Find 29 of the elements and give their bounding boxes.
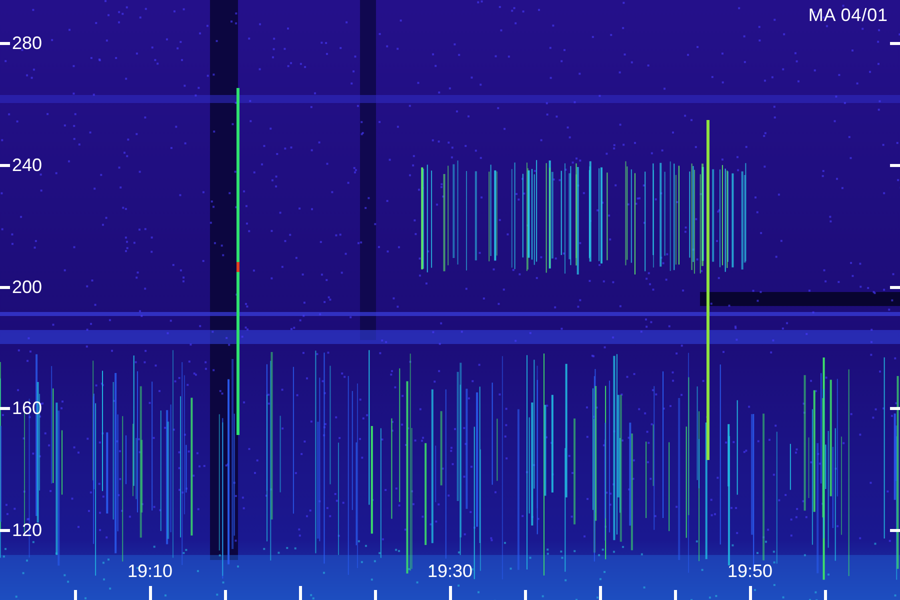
axis-tick xyxy=(674,590,677,600)
axis-label: 240 xyxy=(12,156,42,174)
axis-label: 120 xyxy=(12,521,42,539)
axis-tick xyxy=(890,407,900,410)
axis-tick xyxy=(749,586,752,600)
axis-tick xyxy=(890,286,900,288)
axis-tick xyxy=(890,164,900,167)
axis-label: 280 xyxy=(12,34,42,52)
axis-tick xyxy=(0,407,10,410)
axis-tick xyxy=(0,286,10,288)
axis-tick xyxy=(224,590,227,600)
axis-label: 19:30 xyxy=(426,562,474,580)
axis-label: 19:50 xyxy=(726,562,774,580)
axis-tick xyxy=(374,590,377,600)
axis-tick xyxy=(0,164,10,167)
axis-tick xyxy=(149,586,152,600)
axis-tick xyxy=(524,590,527,600)
axis-tick xyxy=(0,42,10,45)
axis-tick xyxy=(824,590,827,600)
axis-tick xyxy=(74,590,77,600)
axis-label: 19:10 xyxy=(126,562,174,580)
axis-tick xyxy=(890,529,900,532)
axis-tick xyxy=(890,42,900,45)
plot-title: MA 04/01 xyxy=(808,6,888,24)
axis-tick xyxy=(299,586,302,600)
axis-tick xyxy=(599,586,602,600)
axis-label: 200 xyxy=(12,278,42,296)
axis-tick xyxy=(449,586,452,600)
axis-tick xyxy=(0,529,10,532)
